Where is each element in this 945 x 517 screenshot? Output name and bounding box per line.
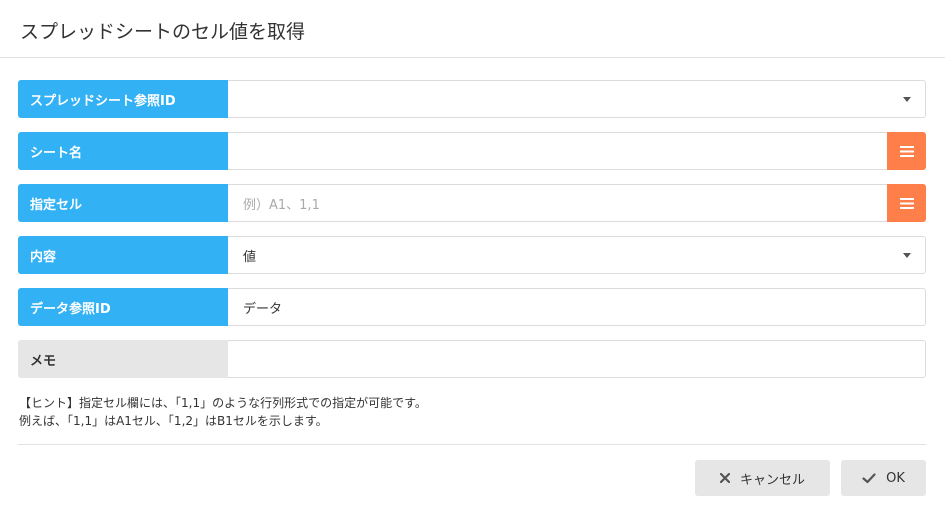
spreadsheet-id-row: スプレッドシート参照ID xyxy=(18,80,926,118)
hint-line-2: 例えば、「1,1」はA1セル、「1,2」はB1セルを示します。 xyxy=(19,414,328,428)
content-row: 内容 値 xyxy=(18,236,926,274)
memo-label: メモ xyxy=(18,340,228,378)
data-ref-label: データ参照ID xyxy=(18,288,228,326)
check-icon xyxy=(862,472,876,484)
ok-button[interactable]: OK xyxy=(841,460,926,496)
hint-text: 【ヒント】指定セル欄には、「1,1」のような行列形式での指定が可能です。 例えば… xyxy=(19,394,427,430)
spreadsheet-id-label: スプレッドシート参照ID xyxy=(18,80,228,118)
spreadsheet-id-select[interactable] xyxy=(228,80,926,118)
sheet-name-row: シート名 xyxy=(18,132,926,170)
caret-down-icon xyxy=(903,97,911,102)
dialog-title: スプレッドシートのセル値を取得 xyxy=(20,21,306,43)
ok-button-label: OK xyxy=(886,470,905,486)
menu-lines-icon xyxy=(899,145,914,157)
dialog-header: スプレッドシートのセル値を取得 xyxy=(0,0,945,58)
hint-line-1: 【ヒント】指定セル欄には、「1,1」のような行列形式での指定が可能です。 xyxy=(19,396,427,410)
target-cell-placeholder: 例）A1、1,1 xyxy=(243,197,320,213)
target-cell-row: 指定セル 例）A1、1,1 xyxy=(18,184,926,222)
target-cell-menu-button[interactable] xyxy=(887,184,926,222)
menu-lines-icon xyxy=(899,197,914,209)
data-ref-row: データ参照ID データ xyxy=(18,288,926,326)
footer-divider xyxy=(18,444,926,445)
target-cell-label: 指定セル xyxy=(18,184,228,222)
close-icon xyxy=(719,473,730,483)
target-cell-input[interactable]: 例）A1、1,1 xyxy=(228,184,887,222)
content-value: 値 xyxy=(243,249,257,265)
cancel-button[interactable]: キャンセル xyxy=(695,460,830,496)
memo-input[interactable] xyxy=(228,340,926,378)
data-ref-input[interactable]: データ xyxy=(228,288,926,326)
data-ref-value: データ xyxy=(243,301,283,317)
content-label: 内容 xyxy=(18,236,228,274)
sheet-name-label: シート名 xyxy=(18,132,228,170)
memo-row: メモ xyxy=(18,340,926,378)
caret-down-icon xyxy=(903,253,911,258)
sheet-name-input[interactable] xyxy=(228,132,887,170)
content-select[interactable]: 値 xyxy=(228,236,926,274)
sheet-name-menu-button[interactable] xyxy=(887,132,926,170)
cancel-button-label: キャンセル xyxy=(739,472,805,488)
